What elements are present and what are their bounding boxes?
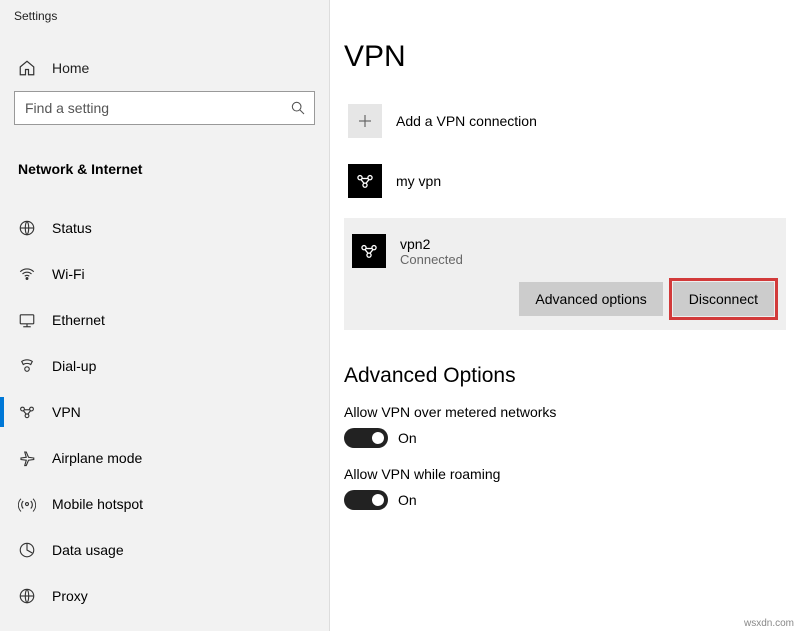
dialup-icon <box>18 357 36 375</box>
search-field[interactable] <box>25 100 290 116</box>
sidebar-item-dialup[interactable]: Dial-up <box>0 343 329 389</box>
roaming-toggle[interactable] <box>344 490 388 510</box>
disconnect-button[interactable]: Disconnect <box>673 282 774 316</box>
wifi-icon <box>18 265 36 283</box>
roaming-state: On <box>398 492 417 508</box>
watermark: wsxdn.com <box>744 618 794 629</box>
search-icon <box>290 100 306 116</box>
sidebar-item-hotspot[interactable]: Mobile hotspot <box>0 481 329 527</box>
sidebar-item-label: Proxy <box>36 588 88 604</box>
vpn-network-icon <box>352 234 386 268</box>
ethernet-icon <box>18 311 36 329</box>
sidebar-item-label: VPN <box>36 404 81 420</box>
vpn-entry-myvpn[interactable]: my vpn <box>344 158 800 204</box>
window-title: Settings <box>0 0 329 23</box>
sidebar-item-label: Wi-Fi <box>36 266 85 282</box>
sidebar-item-airplane[interactable]: Airplane mode <box>0 435 329 481</box>
add-vpn-label: Add a VPN connection <box>382 113 537 129</box>
home-icon <box>18 59 36 77</box>
metered-label: Allow VPN over metered networks <box>344 404 800 420</box>
sidebar-item-wifi[interactable]: Wi-Fi <box>0 251 329 297</box>
plus-icon <box>348 104 382 138</box>
sidebar-item-status[interactable]: Status <box>0 205 329 251</box>
sidebar-item-label: Ethernet <box>36 312 105 328</box>
sidebar-item-proxy[interactable]: Proxy <box>0 573 329 619</box>
sidebar-item-label: Dial-up <box>36 358 96 374</box>
page-title: VPN <box>344 40 800 74</box>
vpn-status: Connected <box>400 252 463 267</box>
vpn-name: vpn2 <box>400 236 463 252</box>
metered-toggle[interactable] <box>344 428 388 448</box>
hotspot-icon <box>18 495 36 513</box>
sidebar-category: Network & Internet <box>0 147 329 191</box>
sidebar-item-label: Status <box>36 220 92 236</box>
search-input[interactable] <box>14 91 315 125</box>
sidebar-item-datausage[interactable]: Data usage <box>0 527 329 573</box>
advanced-options-button[interactable]: Advanced options <box>519 282 662 316</box>
sidebar-item-label: Mobile hotspot <box>36 496 143 512</box>
sidebar-item-vpn[interactable]: VPN <box>0 389 329 435</box>
sidebar-item-ethernet[interactable]: Ethernet <box>0 297 329 343</box>
vpn-entry-vpn2-selected[interactable]: vpn2 Connected Advanced options Disconne… <box>344 218 786 330</box>
data-usage-icon <box>18 541 36 559</box>
add-vpn-connection[interactable]: Add a VPN connection <box>344 98 800 144</box>
sidebar-item-label: Home <box>36 60 89 76</box>
sidebar-item-label: Data usage <box>36 542 124 558</box>
vpn-icon <box>18 403 36 421</box>
metered-state: On <box>398 430 417 446</box>
roaming-label: Allow VPN while roaming <box>344 466 800 482</box>
vpn-network-icon <box>348 164 382 198</box>
sidebar-item-label: Airplane mode <box>36 450 142 466</box>
vpn-entry-vpn2[interactable]: vpn2 Connected <box>348 228 776 276</box>
airplane-icon <box>18 449 36 467</box>
status-icon <box>18 219 36 237</box>
advanced-options-heading: Advanced Options <box>344 364 800 388</box>
proxy-icon <box>18 587 36 605</box>
vpn-name: my vpn <box>382 173 441 189</box>
sidebar-item-home[interactable]: Home <box>0 45 329 91</box>
